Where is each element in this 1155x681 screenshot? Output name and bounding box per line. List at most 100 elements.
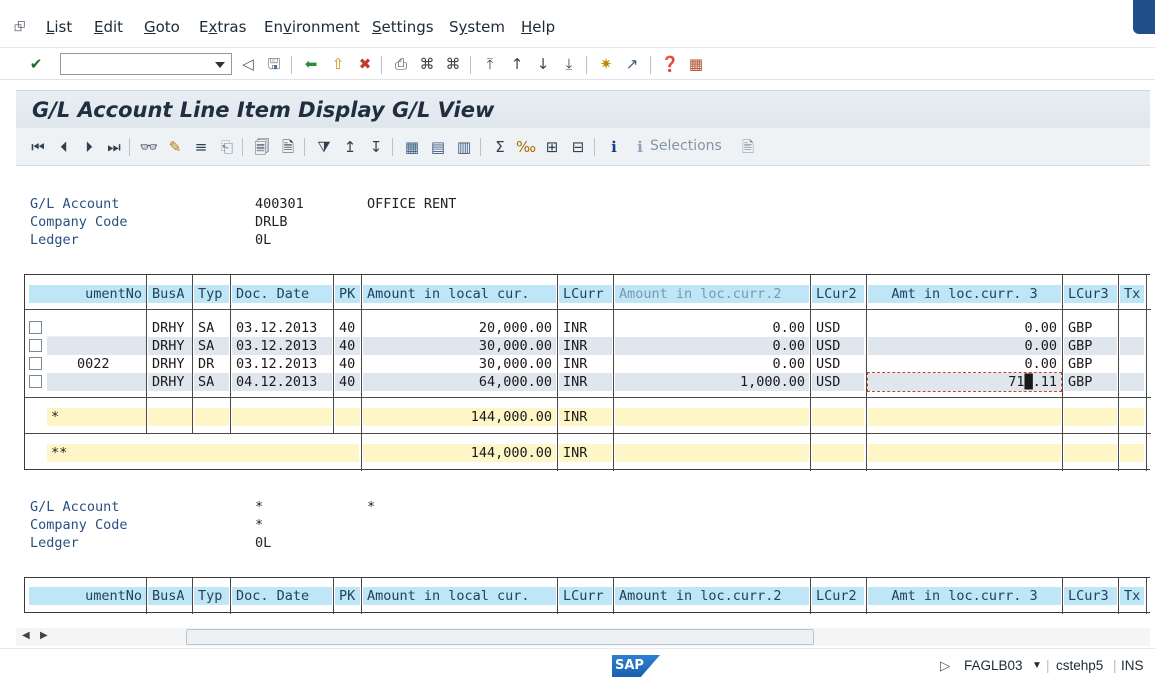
col-header-lcur2[interactable]: LCur2 bbox=[812, 285, 864, 303]
horizontal-scrollbar[interactable]: ◀ ▶ bbox=[16, 628, 1150, 646]
col-header-docno[interactable]: umentNo bbox=[29, 285, 146, 303]
layout-menu-icon[interactable]: ▦ bbox=[686, 54, 706, 74]
col-header-amount-local[interactable]: Amount in local cur. bbox=[363, 285, 556, 303]
next-page-icon[interactable]: ↓ bbox=[533, 54, 553, 74]
mass-change-icon[interactable]: ≡ bbox=[191, 137, 211, 157]
cell-typ: DR bbox=[198, 356, 215, 372]
col-header-busa[interactable]: BusA bbox=[148, 587, 192, 605]
total-sigma-icon[interactable]: Σ bbox=[490, 137, 510, 157]
subtotal-row[interactable]: * 144,000.00 INR bbox=[25, 408, 1151, 426]
col-header-pk[interactable]: PK bbox=[335, 285, 360, 303]
col-header-docdate[interactable]: Doc. Date bbox=[232, 285, 332, 303]
col-divider bbox=[146, 275, 147, 433]
first-page-icon[interactable]: ⤒ bbox=[480, 54, 500, 74]
selections-button[interactable]: Selections bbox=[650, 138, 722, 154]
col-header-lcur3[interactable]: LCur3 bbox=[1064, 587, 1117, 605]
last-line-icon[interactable]: ⏭ bbox=[104, 137, 124, 157]
col-header-amount-loc2[interactable]: Amount in loc.curr.2 bbox=[615, 587, 809, 605]
col-header-lcurr[interactable]: LCurr bbox=[559, 285, 612, 303]
selections-info-icon[interactable]: ℹ bbox=[630, 137, 650, 157]
command-field[interactable] bbox=[60, 53, 232, 75]
change-pencil-icon[interactable]: ✎ bbox=[165, 137, 185, 157]
menu-system[interactable]: System bbox=[449, 18, 505, 36]
exit-icon[interactable]: ⇧ bbox=[328, 54, 348, 74]
col-header-docdate[interactable]: Doc. Date bbox=[232, 587, 332, 605]
menu-help[interactable]: Help bbox=[521, 18, 555, 36]
table-row[interactable]: DRHY SA 03.12.2013 40 30,000.00 INR 0.00… bbox=[25, 337, 1151, 355]
col-header-typ[interactable]: Typ bbox=[194, 285, 229, 303]
status-expand-icon[interactable]: ▷ bbox=[940, 658, 950, 674]
enter-checkmark-icon[interactable]: ✔ bbox=[26, 54, 46, 74]
sort-ascending-icon[interactable]: ↥ bbox=[340, 137, 360, 157]
back-icon[interactable]: ⬅ bbox=[301, 54, 321, 74]
table-row[interactable]: DRHY SA 03.12.2013 40 20,000.00 INR 0.00… bbox=[25, 319, 1151, 337]
scroll-right-icon[interactable]: ▶ bbox=[40, 630, 48, 641]
menu-goto[interactable]: Goto bbox=[144, 18, 180, 36]
previous-page-icon[interactable]: ↑ bbox=[507, 54, 527, 74]
col-header-tx[interactable]: Tx bbox=[1120, 285, 1144, 303]
scrollbar-thumb[interactable] bbox=[186, 629, 814, 645]
command-collapse-icon[interactable]: ◁ bbox=[238, 54, 258, 74]
next-line-icon[interactable]: ⏵ bbox=[79, 137, 99, 157]
col-header-pk[interactable]: PK bbox=[335, 587, 360, 605]
create-session-icon[interactable]: ✷ bbox=[596, 54, 616, 74]
change-layout-icon[interactable]: ▦ bbox=[402, 137, 422, 157]
find-next-icon[interactable]: ⌘ bbox=[443, 54, 463, 74]
exit-menu-icon[interactable]: ⮺ bbox=[14, 16, 32, 35]
cell-lcur2: USD bbox=[816, 320, 841, 336]
subtotal-icon[interactable]: ‰ bbox=[516, 137, 536, 157]
status-transaction[interactable]: FAGLB03 bbox=[964, 658, 1023, 673]
document-icon[interactable]: 🗐 bbox=[252, 137, 272, 157]
information-icon[interactable]: ℹ bbox=[604, 137, 624, 157]
first-line-icon[interactable]: ⏮ bbox=[28, 137, 48, 157]
col-header-lcurr[interactable]: LCurr bbox=[559, 587, 612, 605]
filter-icon[interactable]: ⧩ bbox=[314, 137, 334, 157]
cancel-icon[interactable]: ✖ bbox=[355, 54, 375, 74]
reverse-icon[interactable]: ⎗ bbox=[217, 137, 237, 157]
col-header-tx[interactable]: Tx bbox=[1120, 587, 1144, 605]
menu-extras[interactable]: Extras bbox=[199, 18, 246, 36]
document-header-icon[interactable]: 🗎 bbox=[278, 137, 298, 157]
table-row[interactable]: 0022 DRHY DR 03.12.2013 40 30,000.00 INR… bbox=[25, 355, 1151, 373]
select-layout-icon[interactable]: ▤ bbox=[428, 137, 448, 157]
save-layout-icon[interactable]: ▥ bbox=[454, 137, 474, 157]
find-icon[interactable]: ⌘ bbox=[417, 54, 437, 74]
menu-settings[interactable]: Settings bbox=[372, 18, 434, 36]
scroll-left-icon[interactable]: ◀ bbox=[22, 630, 30, 641]
menu-help-mnemonic: H bbox=[521, 18, 533, 36]
notes-icon[interactable]: 🖹 bbox=[738, 137, 758, 157]
col-header-amount-local[interactable]: Amount in local cur. bbox=[363, 587, 556, 605]
table-row[interactable]: DRHY SA 04.12.2013 40 64,000.00 INR 1,00… bbox=[25, 372, 1151, 392]
menu-environment[interactable]: Environment bbox=[264, 18, 360, 36]
row-select-checkbox[interactable] bbox=[29, 321, 42, 334]
display-icon[interactable]: 👓 bbox=[139, 137, 159, 157]
col-header-docno[interactable]: umentNo bbox=[29, 587, 146, 605]
col-header-typ[interactable]: Typ bbox=[194, 587, 229, 605]
cell-docdate: 04.12.2013 bbox=[232, 373, 332, 391]
col-divider bbox=[1146, 578, 1147, 614]
sort-descending-icon[interactable]: ↧ bbox=[366, 137, 386, 157]
menu-list[interactable]: List bbox=[46, 18, 72, 36]
col-header-lcur2[interactable]: LCur2 bbox=[812, 587, 864, 605]
cell-amount-loc3-selected[interactable]: 71█.11 bbox=[867, 372, 1062, 392]
status-dropdown-icon[interactable]: ▼ bbox=[1032, 660, 1042, 671]
row-select-checkbox[interactable] bbox=[29, 375, 42, 388]
last-page-icon[interactable]: ⤓ bbox=[559, 54, 579, 74]
col-header-busa[interactable]: BusA bbox=[148, 285, 192, 303]
print-icon[interactable]: ⎙ bbox=[391, 54, 411, 74]
total-row[interactable]: ** 144,000.00 INR bbox=[25, 444, 1151, 462]
menu-edit[interactable]: Edit bbox=[94, 18, 123, 36]
row-select-checkbox[interactable] bbox=[29, 339, 42, 352]
command-dropdown-icon[interactable] bbox=[215, 62, 225, 68]
col-header-amount-loc2[interactable]: Amount in loc.curr.2 bbox=[615, 285, 809, 303]
col-header-amount-loc3[interactable]: Amt in loc.curr. 3 bbox=[868, 587, 1061, 605]
collapse-icon[interactable]: ⊟ bbox=[568, 137, 588, 157]
save-icon[interactable]: 🖫 bbox=[264, 54, 284, 74]
expand-icon[interactable]: ⊞ bbox=[542, 137, 562, 157]
previous-line-icon[interactable]: ⏴ bbox=[54, 137, 74, 157]
col-header-lcur3[interactable]: LCur3 bbox=[1064, 285, 1117, 303]
col-header-amount-loc3[interactable]: Amt in loc.curr. 3 bbox=[868, 285, 1061, 303]
create-shortcut-icon[interactable]: ↗ bbox=[622, 54, 642, 74]
row-select-checkbox[interactable] bbox=[29, 357, 42, 370]
help-icon[interactable]: ❓ bbox=[660, 54, 680, 74]
